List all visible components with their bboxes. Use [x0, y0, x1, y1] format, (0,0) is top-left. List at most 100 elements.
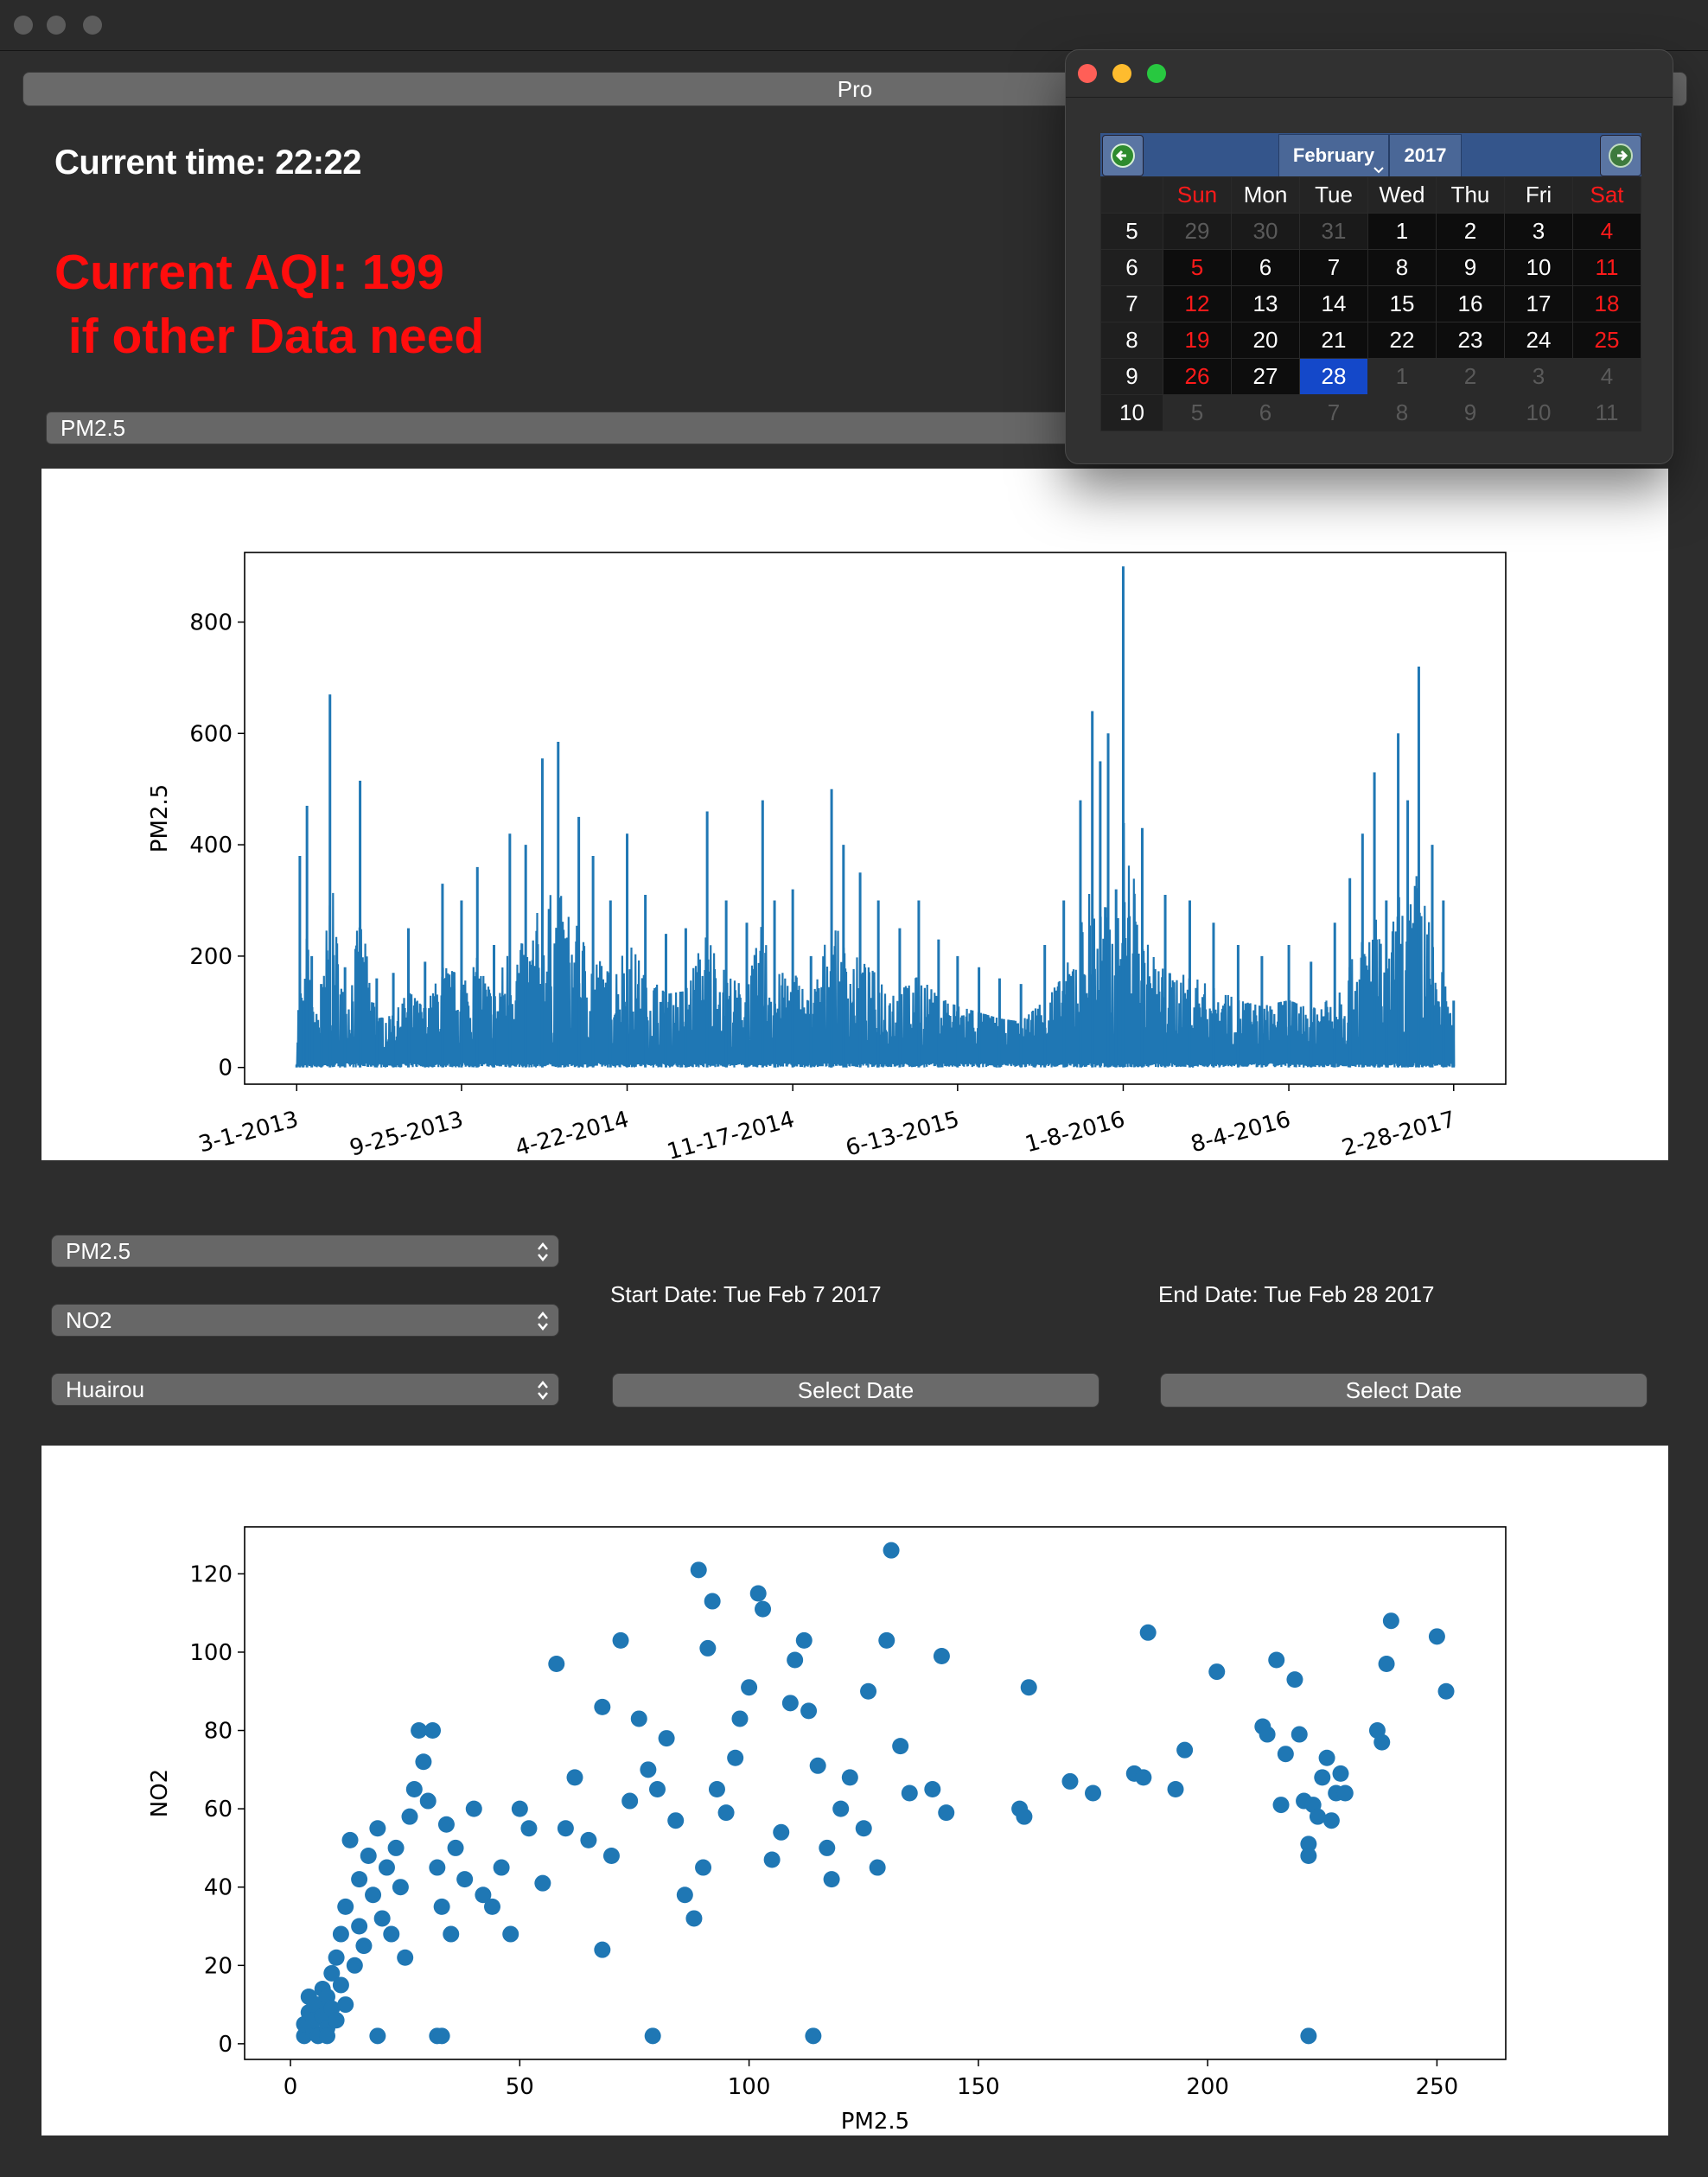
scatter-point [332, 1925, 349, 1943]
minimize-window-icon[interactable] [47, 16, 66, 35]
calendar-day[interactable]: 5 [1163, 249, 1232, 286]
year-selector[interactable]: 2017 [1389, 134, 1462, 177]
week-number: 10 [1100, 394, 1163, 431]
scatter-point [483, 1898, 500, 1915]
pollutant-x-select[interactable]: PM2.5 [51, 1235, 559, 1267]
calendar-zoom-icon[interactable] [1147, 64, 1166, 83]
calendar-day[interactable]: 7 [1299, 249, 1368, 286]
calendar-day[interactable]: 7 [1299, 394, 1368, 431]
scatter-point [1272, 1797, 1290, 1814]
calendar-titlebar [1066, 50, 1673, 98]
calendar-day[interactable]: 14 [1299, 285, 1368, 322]
calendar-day[interactable]: 2 [1436, 358, 1505, 395]
calendar-day[interactable]: 4 [1572, 213, 1641, 250]
calendar-day[interactable]: 1 [1367, 358, 1437, 395]
select-end-date-button[interactable]: Select Date [1160, 1373, 1647, 1408]
end-date-label: End Date: Tue Feb 28 2017 [1158, 1281, 1435, 1307]
calendar-close-icon[interactable] [1078, 64, 1097, 83]
scatter-point [644, 2027, 661, 2045]
calendar-day[interactable]: 9 [1436, 249, 1505, 286]
scatter-point [823, 1871, 840, 1888]
timeseries-chart: 0 200 400 600 800 3-1-2013 9-25-2013 4-22-2014 1… [147, 552, 1507, 1165]
scatter-point [387, 1839, 405, 1856]
calendar-day[interactable]: 3 [1504, 213, 1573, 250]
scatter-plot-frame [244, 1526, 1507, 2060]
station-select[interactable]: Huairou [51, 1373, 559, 1406]
calendar-day[interactable]: 4 [1572, 358, 1641, 395]
timeseries-chart-panel: 0 200 400 600 800 3-1-2013 9-25-2013 4-22-2014 1… [41, 469, 1668, 1165]
calendar-day[interactable]: 10 [1504, 249, 1573, 286]
calendar-day[interactable]: 20 [1231, 322, 1300, 359]
scatter-point [548, 1656, 565, 1673]
calendar-day[interactable]: 8 [1367, 249, 1437, 286]
month-selector[interactable]: February [1278, 134, 1389, 177]
x-tick-label: 50 [506, 2074, 534, 2100]
next-month-button[interactable] [1600, 135, 1641, 176]
calendar-day[interactable]: 27 [1231, 358, 1300, 395]
pollutant-y-value: NO2 [66, 1306, 112, 1333]
previous-month-button[interactable] [1102, 135, 1144, 176]
calendar-day[interactable]: 11 [1572, 249, 1641, 286]
calendar-day[interactable]: 23 [1436, 322, 1505, 359]
scatter-point [415, 1753, 432, 1771]
scatter-point [1428, 1628, 1445, 1645]
scatter-point [1286, 1671, 1303, 1689]
scatter-point [392, 1879, 409, 1896]
calendar-day[interactable]: 25 [1572, 322, 1641, 359]
calendar-day-selected[interactable]: 28 [1299, 358, 1368, 395]
calendar-day[interactable]: 11 [1572, 394, 1641, 431]
calendar-day[interactable]: 31 [1299, 213, 1368, 250]
y-tick-label: 80 [204, 1719, 233, 1745]
calendar-day[interactable]: 2 [1436, 213, 1505, 250]
calendar-day[interactable]: 19 [1163, 322, 1232, 359]
calendar-day[interactable]: 21 [1299, 322, 1368, 359]
scatter-point [1277, 1746, 1294, 1763]
scatter-point [443, 1925, 460, 1943]
scatter-point [1300, 2027, 1317, 2045]
calendar-day[interactable]: 6 [1231, 394, 1300, 431]
calendar-day[interactable]: 3 [1504, 358, 1573, 395]
chevron-down-icon [1373, 167, 1384, 174]
scatter-point [685, 1910, 703, 1927]
scatter-point [397, 1949, 414, 1966]
calendar-day[interactable]: 16 [1436, 285, 1505, 322]
calendar-day[interactable]: 5 [1163, 394, 1232, 431]
x-tick-label: 11-17-2014 [665, 1107, 798, 1160]
scatter-point [717, 1804, 735, 1822]
scatter-point [419, 1792, 437, 1810]
calendar-day[interactable]: 30 [1231, 213, 1300, 250]
calendar-day[interactable]: 26 [1163, 358, 1232, 395]
calendar-day[interactable]: 1 [1367, 213, 1437, 250]
scatter-point [465, 1800, 482, 1817]
calendar-day[interactable]: 29 [1163, 213, 1232, 250]
calendar-day[interactable]: 8 [1367, 394, 1437, 431]
scatter-point [346, 1957, 363, 1974]
calendar-day[interactable]: 15 [1367, 285, 1437, 322]
calendar-day[interactable]: 6 [1231, 249, 1300, 286]
calendar-week-row: 7 12 13 14 15 16 17 18 [1100, 285, 1641, 322]
zoom-window-icon[interactable] [83, 16, 102, 35]
scatter-point [1085, 1784, 1102, 1802]
calendar-day[interactable]: 10 [1504, 394, 1573, 431]
select-start-date-button[interactable]: Select Date [612, 1373, 1099, 1408]
calendar-day[interactable]: 12 [1163, 285, 1232, 322]
scatter-point [566, 1769, 583, 1786]
scatter-point [365, 1887, 382, 1904]
calendar-day[interactable]: 24 [1504, 322, 1573, 359]
scatter-point [1382, 1612, 1399, 1630]
window-titlebar [0, 0, 1708, 51]
calendar-day[interactable]: 18 [1572, 285, 1641, 322]
updown-chevron-icon [538, 1312, 548, 1331]
calendar-day[interactable]: 13 [1231, 285, 1300, 322]
calendar-day[interactable]: 17 [1504, 285, 1573, 322]
calendar-day[interactable]: 9 [1436, 394, 1505, 431]
pollutant-y-select[interactable]: NO2 [51, 1304, 559, 1337]
weekday-header: Thu [1436, 176, 1505, 214]
scatter-point [878, 1631, 895, 1649]
calendar-minimize-icon[interactable] [1112, 64, 1131, 83]
close-window-icon[interactable] [14, 16, 33, 35]
x-tick-label: 1-8-2016 [1023, 1107, 1128, 1159]
scatter-point [1061, 1772, 1079, 1790]
scatter-point [378, 1859, 395, 1876]
calendar-day[interactable]: 22 [1367, 322, 1437, 359]
